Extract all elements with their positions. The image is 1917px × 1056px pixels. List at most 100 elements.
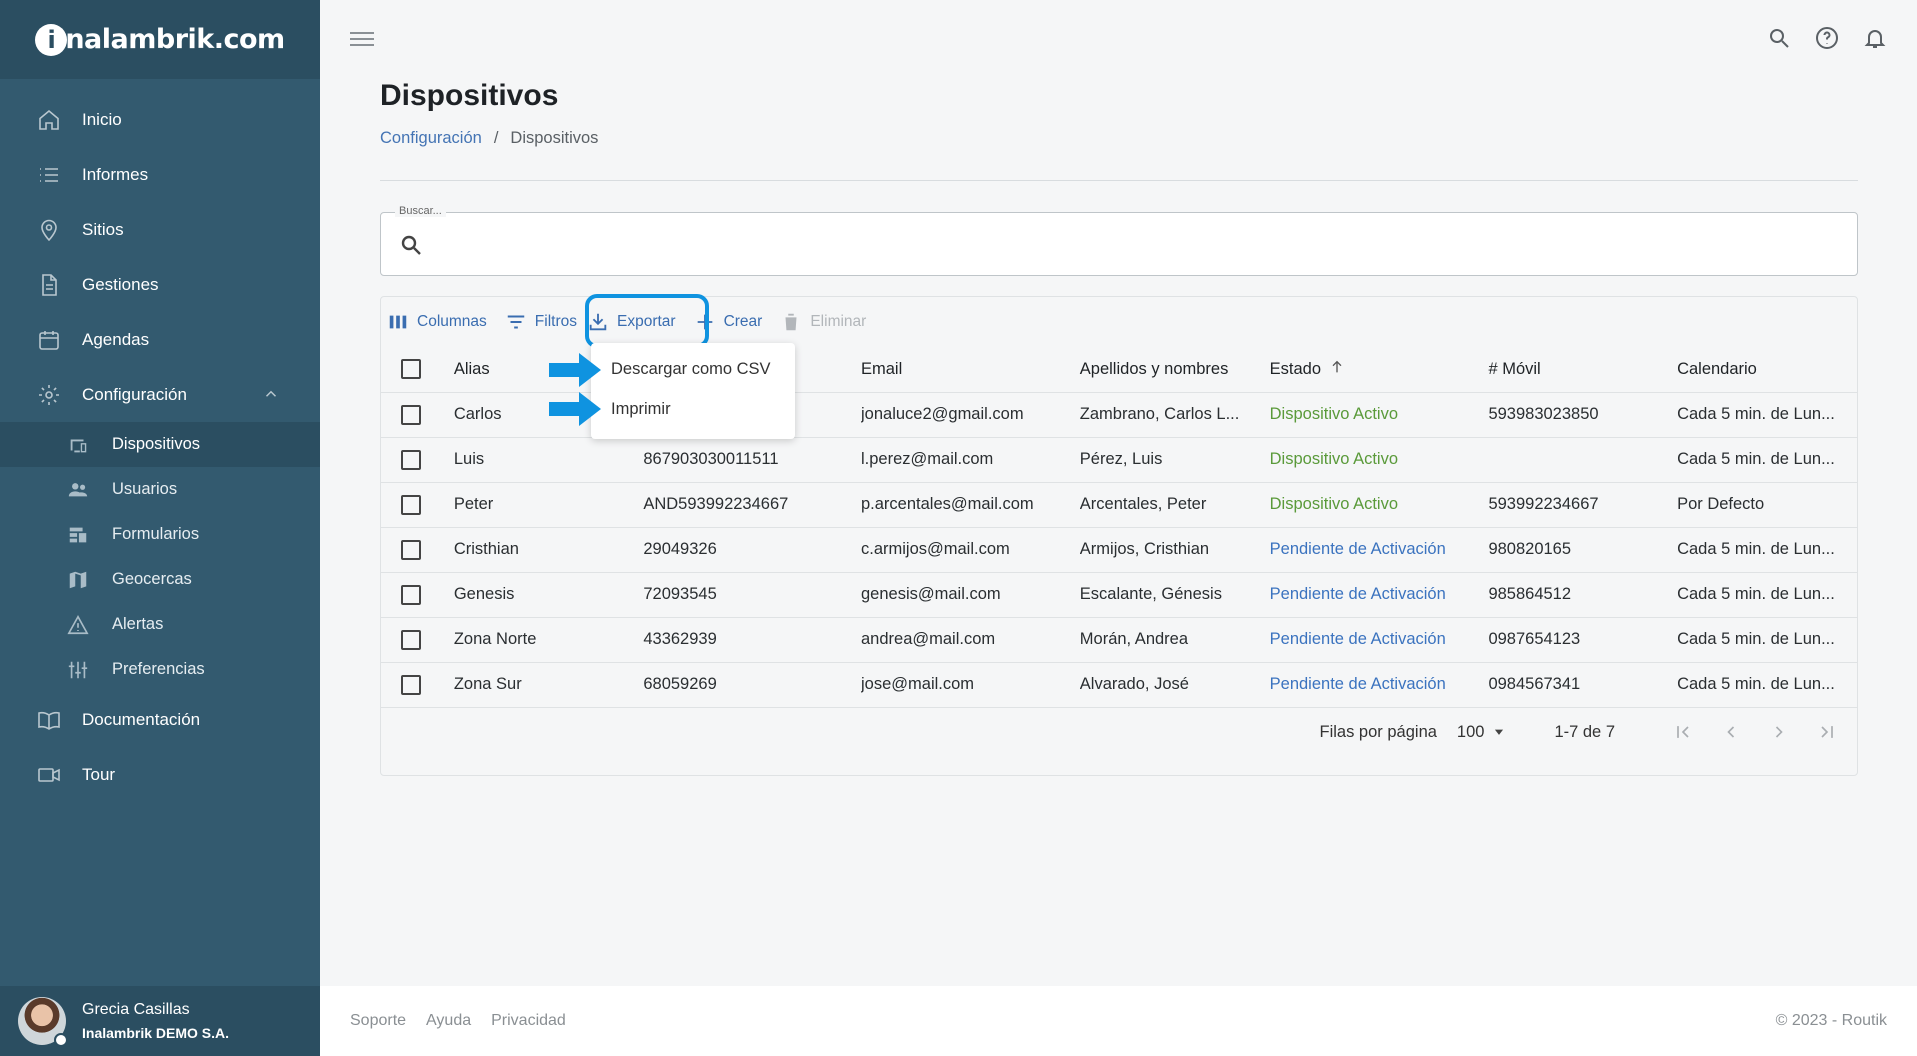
help-icon[interactable]	[1815, 26, 1839, 50]
cell-email: genesis@mail.com	[861, 572, 1080, 618]
sidebar-item-gestiones[interactable]: Gestiones	[0, 257, 320, 312]
rows-per-page-select[interactable]: 100	[1457, 723, 1507, 742]
cell-status: Dispositivo Activo	[1269, 437, 1489, 483]
select-all-checkbox[interactable]	[401, 359, 421, 380]
sidebar-subitem-formularios[interactable]: Formularios	[0, 512, 320, 557]
search-input[interactable]	[435, 227, 1835, 263]
columns-icon	[389, 315, 407, 329]
cell-calendar: Cada 5 min. de Lun...	[1677, 617, 1857, 663]
sidebar-item-label: Informes	[82, 164, 149, 184]
sidebar-item-documentacion[interactable]: Documentación	[0, 692, 320, 747]
cell-status: Pendiente de Activación	[1269, 527, 1489, 573]
first-page-icon[interactable]	[1667, 716, 1699, 748]
table-body: Carlos0jonaluce2@gmail.comZambrano, Carl…	[381, 392, 1857, 708]
caret-down-icon	[1495, 729, 1504, 735]
cell-mobile: 593992234667	[1488, 482, 1678, 528]
export-button[interactable]: Exportar	[587, 304, 676, 340]
cell-name: Escalante, Génesis	[1079, 572, 1270, 618]
row-checkbox[interactable]	[401, 404, 421, 425]
sidebar-item-informes[interactable]: Informes	[0, 147, 320, 202]
sidebar-item-inicio[interactable]: Inicio	[0, 92, 320, 147]
table-row[interactable]: Zona Norte 43362939 andrea@mail.com Morán, …	[381, 617, 1857, 663]
logo[interactable]: i nalambrik.com	[35, 23, 285, 56]
sidebar-item-label: Configuración	[82, 384, 187, 404]
cell-email: c.armijos@mail.com	[861, 527, 1080, 573]
row-checkbox[interactable]	[401, 674, 421, 695]
cell-device-id: 29049326	[643, 527, 861, 573]
cell-alias: Cristhian	[453, 527, 644, 573]
search-label: Buscar...	[395, 205, 446, 217]
user-profile[interactable]: Grecia Casillas Inalambrik DEMO S.A.	[0, 986, 320, 1056]
sort-ascending-icon[interactable]	[1329, 359, 1345, 380]
footer-link-ayuda[interactable]: Ayuda	[426, 1012, 471, 1030]
create-button[interactable]: Crear	[694, 304, 763, 340]
sidebar-subitem-geocercas[interactable]: Geocercas	[0, 557, 320, 602]
table-row[interactable]: Genesis 72093545 genesis@mail.com Escalante…	[381, 572, 1857, 618]
document-icon	[36, 272, 62, 298]
cell-calendar: Cada 5 min. de Lun...	[1677, 662, 1857, 708]
column-header-mobile[interactable]: # Móvil	[1488, 347, 1678, 393]
filters-button[interactable]: Filtros	[505, 304, 577, 340]
table-row[interactable]: Zona Sur 68059269 jose@mail.com Alvarado, J…	[381, 662, 1857, 708]
search-icon[interactable]	[1767, 26, 1791, 50]
footer-link-soporte[interactable]: Soporte	[350, 1012, 406, 1030]
columns-label: Columnas	[417, 313, 487, 330]
row-select-cell	[381, 662, 454, 708]
sidebar-subitem-dispositivos[interactable]: Dispositivos	[0, 422, 320, 467]
table-row[interactable]: Luis 867903030011511 l.perez@mail.com Pérez…	[381, 437, 1857, 483]
delete-button[interactable]: Eliminar	[780, 304, 866, 340]
breadcrumb-link-configuracion[interactable]: Configuración	[380, 129, 482, 148]
logo-bar: i nalambrik.com	[0, 0, 320, 79]
create-label: Crear	[723, 313, 763, 330]
columns-button[interactable]: Columnas	[387, 304, 487, 340]
calendar-icon	[36, 327, 62, 353]
avatar	[18, 997, 68, 1047]
sidebar-item-tour[interactable]: Tour	[0, 747, 320, 802]
last-page-icon[interactable]	[1811, 716, 1843, 748]
delete-label: Eliminar	[810, 313, 867, 330]
sidebar-subitem-alertas[interactable]: Alertas	[0, 602, 320, 647]
next-page-icon[interactable]	[1763, 716, 1795, 748]
plus-icon	[697, 314, 712, 330]
column-header-email[interactable]: Email	[861, 347, 1080, 393]
breadcrumb-current: Dispositivos	[510, 129, 599, 147]
row-checkbox[interactable]	[401, 449, 421, 470]
cell-alias: Luis	[453, 437, 644, 483]
print-menu-item[interactable]: Imprimir	[591, 389, 795, 429]
online-status-dot	[54, 1033, 68, 1047]
sidebar-subitem-label: Usuarios	[112, 480, 178, 498]
notifications-bell-icon[interactable]	[1863, 26, 1887, 50]
footer-link-privacidad[interactable]: Privacidad	[491, 1012, 566, 1030]
cell-name: Morán, Andrea	[1079, 617, 1270, 663]
hamburger-menu-icon[interactable]	[350, 28, 374, 50]
sidebar-subitem-preferencias[interactable]: Preferencias	[0, 647, 320, 692]
search-field[interactable]: Buscar...	[380, 205, 1858, 276]
table-row[interactable]: Peter AND593992234667 p.arcentales@mail.co…	[381, 482, 1857, 528]
sidebar-item-sitios[interactable]: Sitios	[0, 202, 320, 257]
sidebar-nav: Inicio Informes Sitios Gestiones Agendas…	[0, 79, 320, 802]
cell-mobile: 0987654123	[1488, 617, 1678, 663]
table-row[interactable]: Cristhian 29049326 c.armijos@mail.com Armij…	[381, 527, 1857, 573]
cell-name: Pérez, Luis	[1079, 437, 1270, 483]
list-icon	[36, 162, 62, 188]
column-header-estado[interactable]: Estado	[1269, 347, 1489, 393]
filter-icon	[507, 315, 525, 329]
row-checkbox[interactable]	[401, 584, 421, 605]
cell-device-id: 43362939	[643, 617, 861, 663]
select-all-header	[381, 347, 454, 393]
sidebar-item-configuracion[interactable]: Configuración	[0, 367, 320, 422]
column-header-name[interactable]: Apellidos y nombres	[1079, 347, 1270, 393]
cell-calendar: Cada 5 min. de Lun...	[1677, 437, 1857, 483]
row-checkbox[interactable]	[401, 629, 421, 650]
cell-email: andrea@mail.com	[861, 617, 1080, 663]
column-header-calendario[interactable]: Calendario	[1677, 347, 1857, 393]
cell-email: p.arcentales@mail.com	[861, 482, 1080, 528]
chevron-up-icon[interactable]	[262, 385, 280, 408]
top-bar	[320, 0, 1917, 79]
row-checkbox[interactable]	[401, 539, 421, 560]
sidebar-subitem-usuarios[interactable]: Usuarios	[0, 467, 320, 512]
row-checkbox[interactable]	[401, 494, 421, 515]
export-csv-menu-item[interactable]: Descargar como CSV	[591, 349, 795, 389]
sidebar-item-agendas[interactable]: Agendas	[0, 312, 320, 367]
previous-page-icon[interactable]	[1715, 716, 1747, 748]
